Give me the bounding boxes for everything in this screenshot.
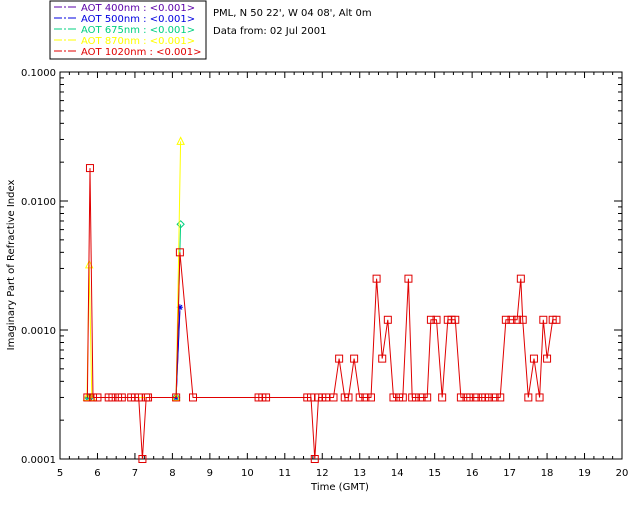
y-axis-label: Imaginary Part of Refractive Index: [6, 180, 17, 351]
series-line: [88, 224, 182, 398]
x-tick-label: 15: [428, 468, 441, 479]
series-line: [88, 307, 181, 398]
series-line: [86, 141, 182, 398]
date-label: Data from: 02 Jul 2001: [213, 26, 326, 37]
series: [83, 220, 185, 402]
legend-label: AOT 500nm : <0.001>: [81, 14, 195, 25]
x-tick-label: 6: [94, 468, 100, 479]
series-line: [88, 311, 181, 398]
legend-label: AOT 400nm : <0.001>: [81, 3, 195, 14]
x-tick-label: 20: [616, 468, 629, 479]
legend-label: AOT 1020nm : <0.001>: [81, 47, 201, 58]
x-tick-label: 11: [278, 468, 291, 479]
x-tick-label: 18: [541, 468, 554, 479]
x-tick-label: 5: [57, 468, 63, 479]
y-tick-label: 0.0010: [21, 326, 56, 337]
series: [82, 136, 185, 401]
x-axis-label: Time (GMT): [310, 482, 369, 493]
plot-area: 5 6 7 8 9 10 11 12 13 14 15 16 17 18 19 20 0.0001 0.0010 0…: [21, 68, 628, 479]
x-tick-label: 16: [466, 468, 479, 479]
legend: AOT 400nm : <0.001>AOT 500nm : <0.001>AO…: [49, 0, 207, 60]
x-tick-label: 10: [241, 468, 254, 479]
chart: AOT 400nm : <0.001>AOT 500nm : <0.001>AO…: [6, 0, 628, 493]
x-tick-label: 8: [169, 468, 175, 479]
series: [85, 304, 183, 401]
series-line: [86, 168, 557, 460]
series: [88, 311, 181, 398]
y-tick-label: 0.0001: [21, 455, 56, 466]
legend-label: AOT 675nm : <0.001>: [81, 25, 195, 36]
info-text: PML, N 50 22', W 04 08', Alt 0m Data fro…: [213, 8, 372, 37]
y-tick-label: 0.0100: [21, 197, 56, 208]
x-tick-label: 17: [503, 468, 516, 479]
series: [83, 164, 561, 463]
y-tick-label: 0.1000: [21, 68, 56, 79]
x-tick-label: 9: [207, 468, 213, 479]
x-tick-label: 13: [353, 468, 366, 479]
x-tick-label: 12: [316, 468, 329, 479]
x-tick-label: 19: [578, 468, 591, 479]
x-tick-label: 7: [132, 468, 138, 479]
station-label: PML, N 50 22', W 04 08', Alt 0m: [213, 8, 372, 19]
x-tick-label: 14: [391, 468, 404, 479]
legend-label: AOT 870nm : <0.001>: [81, 36, 195, 47]
